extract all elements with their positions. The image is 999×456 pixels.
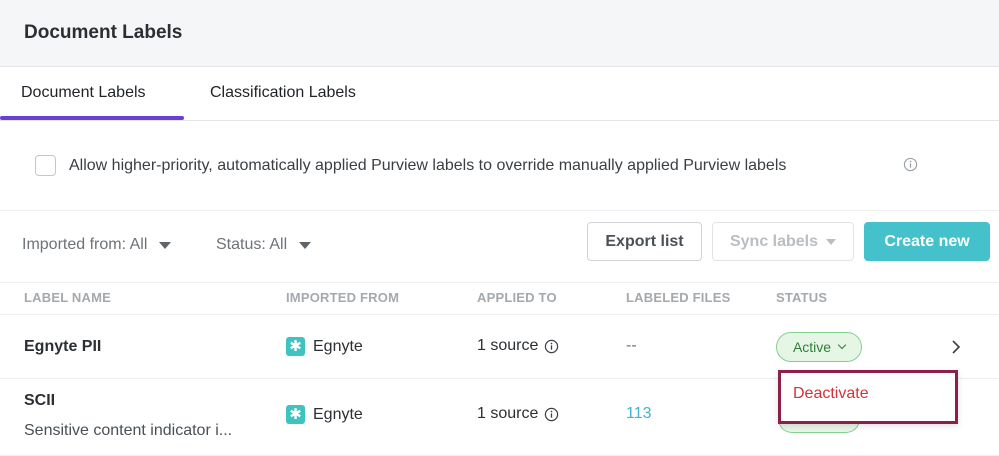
page-header: Document Labels (0, 0, 999, 67)
applied-to-value: 1 source (477, 337, 539, 354)
applied-to-value: 1 source (477, 405, 539, 422)
info-icon[interactable] (903, 157, 918, 172)
chevron-down-icon (837, 340, 847, 350)
egnyte-logo-icon: ✱ (286, 405, 305, 424)
status-filter[interactable]: Status: All (216, 236, 312, 254)
applied-to-cell: 1 source (477, 405, 559, 423)
tab-classification-labels[interactable]: Classification Labels (210, 84, 356, 102)
tab-document-labels[interactable]: Document Labels (21, 84, 146, 102)
sync-labels-button[interactable]: Sync labels (712, 222, 854, 261)
create-new-label: Create new (884, 232, 970, 250)
imported-from-filter-label: Imported from: All (22, 236, 148, 253)
page-title: Document Labels (24, 22, 183, 43)
caret-down-icon (159, 242, 172, 249)
applied-to-cell: 1 source (477, 337, 559, 355)
active-tab-indicator (0, 116, 184, 120)
override-setting-label: Allow higher-priority, automatically app… (69, 157, 787, 174)
override-checkbox[interactable] (35, 155, 56, 176)
deactivate-menu-item[interactable]: Deactivate (793, 385, 869, 403)
imported-from-filter[interactable]: Imported from: All (22, 236, 172, 254)
column-header-applied-to[interactable]: APPLIED TO (477, 290, 557, 305)
info-icon[interactable] (544, 339, 559, 354)
table-header: LABEL NAME IMPORTED FROM APPLIED TO LABE… (0, 283, 999, 315)
sync-labels-label: Sync labels (729, 232, 819, 250)
override-setting-row: Allow higher-priority, automatically app… (0, 121, 999, 211)
label-name: SCII (24, 392, 56, 409)
create-new-button[interactable]: Create new (864, 222, 990, 261)
egnyte-logo-icon: ✱ (286, 337, 305, 356)
imported-from-value: Egnyte (313, 405, 363, 423)
label-name: Egnyte PII (24, 338, 102, 355)
export-list-label: Export list (605, 232, 684, 250)
column-header-imported-from[interactable]: IMPORTED FROM (286, 290, 399, 305)
status-filter-label: Status: All (216, 236, 288, 253)
labeled-files-link[interactable]: 113 (626, 405, 652, 423)
tab-bar: Document Labels Classification Labels (0, 67, 999, 121)
column-header-labeled-files[interactable]: LABELED FILES (626, 290, 730, 305)
status-value: Active (792, 339, 832, 355)
imported-from-value: Egnyte (313, 337, 363, 355)
info-icon[interactable] (544, 407, 559, 422)
column-header-status[interactable]: STATUS (776, 290, 827, 305)
labeled-files-value: -- (626, 337, 637, 354)
caret-down-icon (826, 238, 837, 245)
column-header-label-name[interactable]: LABEL NAME (24, 290, 111, 305)
status-dropdown[interactable]: Active (776, 332, 862, 362)
status-menu: Deactivate (778, 370, 958, 424)
imported-from-cell: ✱ Egnyte (286, 405, 363, 424)
caret-down-icon (299, 242, 312, 249)
export-list-button[interactable]: Export list (587, 222, 702, 261)
label-description: Sensitive content indicator i... (24, 422, 233, 439)
chevron-right-icon[interactable] (948, 339, 964, 355)
imported-from-cell: ✱ Egnyte (286, 337, 363, 356)
filter-toolbar: Imported from: All Status: All Export li… (0, 211, 999, 283)
